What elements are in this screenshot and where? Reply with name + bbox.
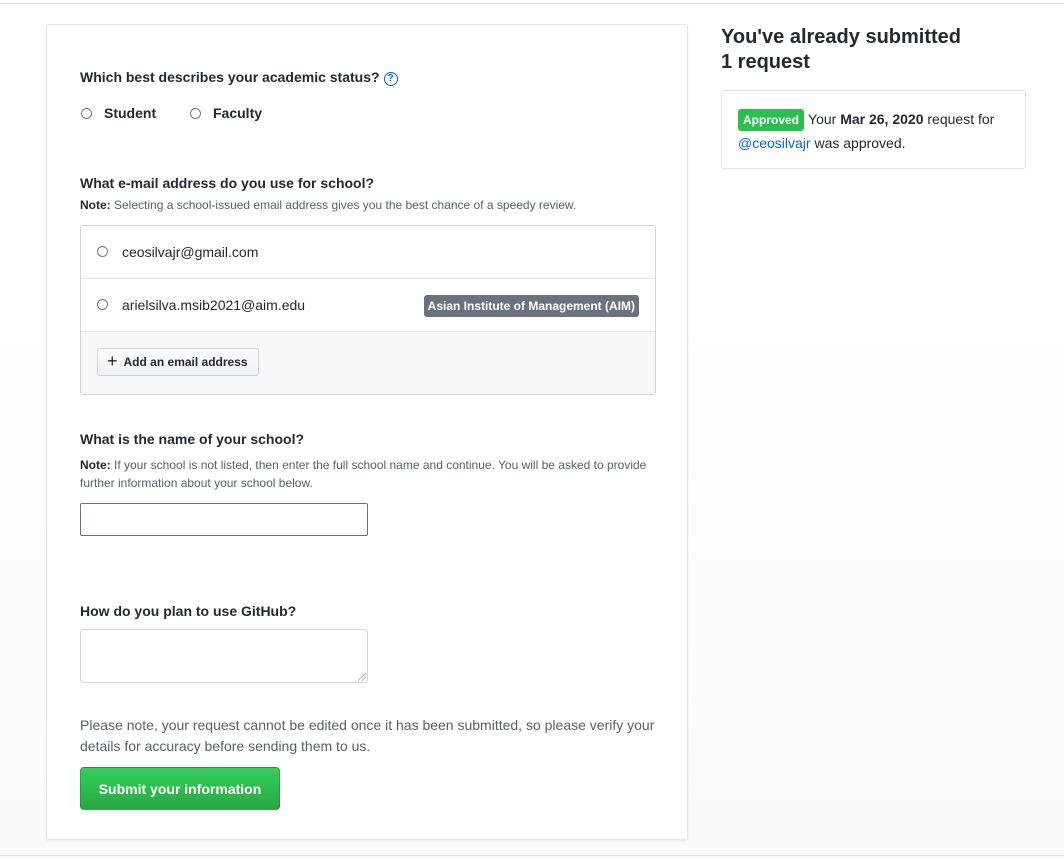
- application-form: Which best describes your academic statu…: [46, 24, 688, 840]
- radio-student[interactable]: Student: [81, 105, 156, 121]
- radio-faculty[interactable]: Faculty: [190, 105, 262, 121]
- submit-button[interactable]: Submit your information: [80, 767, 280, 810]
- school-name-input[interactable]: [80, 503, 368, 536]
- approved-badge: Approved: [738, 109, 805, 131]
- heading-line-2: 1 request: [721, 51, 810, 73]
- radio-button[interactable]: [97, 246, 108, 257]
- email-list-footer: + Add an email address: [81, 332, 655, 394]
- email-address: ceosilvajr@gmail.com: [122, 244, 259, 260]
- top-divider: [0, 3, 1064, 4]
- radio-student-label: Student: [104, 105, 157, 121]
- heading-line-1: You've already submitted: [721, 26, 962, 48]
- email-question: What e-mail address do you use for schoo…: [80, 175, 375, 191]
- academic-status-label: Which best describes your academic statu…: [80, 69, 380, 85]
- request-text-middle: request for: [923, 111, 995, 127]
- add-email-label: Add an email address: [123, 355, 248, 369]
- radio-faculty-label: Faculty: [213, 105, 263, 121]
- school-note-text: If your school is not listed, then enter…: [80, 458, 647, 490]
- email-list: ceosilvajr@gmail.com arielsilva.msib2021…: [80, 225, 656, 395]
- submitted-requests-heading: You've already submitted 1 request: [721, 25, 961, 75]
- school-note-prefix: Note:: [80, 458, 111, 472]
- radio-button[interactable]: [190, 107, 201, 119]
- request-date: Mar 26, 2020: [840, 111, 924, 127]
- email-note-prefix: Note:: [80, 198, 111, 212]
- school-badge: Asian Institute of Management (AIM): [423, 295, 639, 317]
- request-card: Approved Your Mar 26, 2020 request for @ce…: [721, 90, 1026, 169]
- username-link[interactable]: @ceosilvajr: [738, 135, 811, 151]
- school-name-question: What is the name of your school?: [80, 431, 305, 447]
- email-note: Note: Selecting a school-issued email ad…: [80, 196, 576, 214]
- radio-button[interactable]: [97, 299, 108, 310]
- academic-status-question: Which best describes your academic statu…: [80, 69, 398, 86]
- email-note-text: Selecting a school-issued email address …: [110, 198, 577, 212]
- request-text-after: was approved.: [810, 135, 906, 151]
- email-option[interactable]: arielsilva.msib2021@aim.edu Asian Instit…: [81, 279, 655, 332]
- disclaimer-text: Please note, your request cannot be edit…: [80, 717, 655, 754]
- email-option[interactable]: ceosilvajr@gmail.com: [81, 226, 655, 279]
- school-name-note: Note: If your school is not listed, then…: [80, 456, 650, 492]
- usage-textarea[interactable]: [80, 629, 368, 683]
- resize-handle[interactable]: [358, 673, 366, 681]
- bottom-divider: [0, 855, 1064, 856]
- request-summary: Approved Your Mar 26, 2020 request for @ce…: [738, 107, 1018, 155]
- add-email-button[interactable]: + Add an email address: [97, 348, 259, 376]
- plus-icon: +: [107, 351, 118, 371]
- email-address: arielsilva.msib2021@aim.edu: [122, 297, 306, 313]
- radio-button[interactable]: [81, 107, 92, 119]
- request-text-before: Your: [808, 111, 841, 127]
- question-circle-icon[interactable]: ?: [383, 72, 398, 86]
- usage-question: How do you plan to use GitHub?: [80, 603, 297, 619]
